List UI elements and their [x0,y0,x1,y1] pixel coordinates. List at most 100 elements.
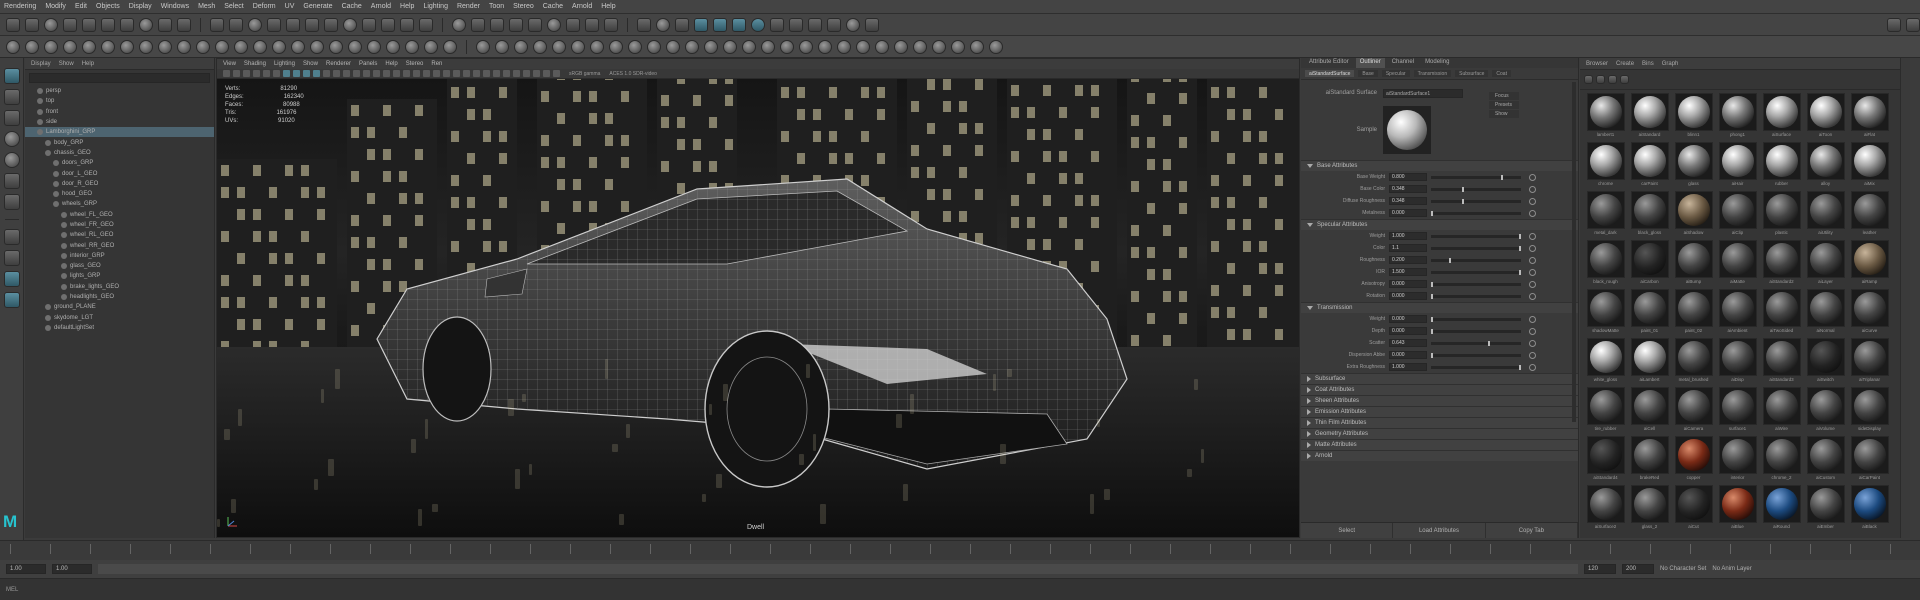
material-swatch[interactable]: aiCut [1673,485,1714,531]
material-swatch[interactable]: aiCustom [1805,436,1846,482]
shelf-button-icon[interactable] [666,39,680,54]
time-slider[interactable] [0,540,1920,560]
status-tool-icon[interactable] [656,17,670,32]
viewport-tool-icon[interactable] [433,70,440,77]
material-swatch[interactable]: lambert1 [1585,93,1626,139]
viewport-tool-icon[interactable] [313,70,320,77]
status-tool-icon[interactable] [158,17,172,32]
attr-slider[interactable] [1431,174,1521,180]
shelf-button-icon[interactable] [253,39,267,54]
outliner-item[interactable]: skydome_LGT [25,313,214,323]
outliner-item[interactable]: lights_GRP [25,271,214,281]
lasso-tool-icon[interactable] [3,89,20,105]
material-swatch[interactable]: glass [1673,142,1714,188]
material-swatch[interactable]: aiBlack [1849,485,1890,531]
attr-slider[interactable] [1431,328,1521,334]
attr-section-header[interactable]: Subsurface [1301,373,1578,384]
material-swatch[interactable]: phong1 [1717,93,1758,139]
status-tool-icon[interactable] [789,17,803,32]
attr-value-field[interactable]: 0.348 [1389,185,1427,193]
outliner-item[interactable]: wheel_RR_GEO [25,240,214,250]
status-tool-icon[interactable] [63,17,77,32]
viewport-scene[interactable]: Verts: 81290 Edges: 162340 Faces: 80988 Tris: 1… [217,79,1299,537]
shelf-button-icon[interactable] [970,39,984,54]
browser-tab[interactable]: Browser [1586,61,1608,67]
shelf-button-icon[interactable] [704,39,718,54]
material-swatch[interactable]: blinn1 [1673,93,1714,139]
attr-footer-button[interactable]: Select [1301,523,1394,538]
shelf-button-icon[interactable] [329,39,343,54]
viewport-menu-item[interactable]: Ren [431,61,442,67]
viewport-tool-icon[interactable] [353,70,360,77]
map-button-icon[interactable] [1529,363,1536,371]
material-swatch[interactable]: surface1 [1717,387,1758,433]
material-swatch[interactable]: rubber [1761,142,1802,188]
outliner-search-input[interactable] [29,73,210,83]
shelf-button-icon[interactable] [272,39,286,54]
material-swatch[interactable]: aiSwitch [1805,338,1846,384]
material-swatch[interactable]: aiRound [1761,485,1802,531]
viewport-tool-icon[interactable] [303,70,310,77]
shelf-button-icon[interactable] [139,39,153,54]
status-tool-icon[interactable] [324,17,338,32]
attr-section-header[interactable]: Matte Attributes [1301,439,1578,450]
status-tool-icon[interactable] [120,17,134,32]
car-wireframe[interactable] [367,169,1147,499]
viewport-tool-icon[interactable] [453,70,460,77]
material-swatch[interactable]: aiShadow [1673,191,1714,237]
shelf-button-icon[interactable] [310,39,324,54]
menu-item[interactable]: Help [400,3,414,10]
material-swatch[interactable]: black_gloss [1629,191,1670,237]
toggle-panel-icon[interactable] [1906,17,1920,32]
shelf-button-icon[interactable] [780,39,794,54]
viewport-tool-icon[interactable] [513,70,520,77]
viewport-menu-item[interactable]: View [223,61,236,67]
browser-sort-icon[interactable] [1596,75,1605,84]
viewport-menu-item[interactable]: Panels [359,61,377,67]
status-tool-icon[interactable] [694,17,708,32]
status-tool-icon[interactable] [528,17,542,32]
shelf-button-icon[interactable] [495,39,509,54]
four-pane-icon[interactable] [3,250,20,266]
menu-item[interactable]: Cache [342,3,362,10]
status-tool-icon[interactable] [25,17,39,32]
material-swatch[interactable]: glass_2 [1629,485,1670,531]
material-swatch[interactable]: paint_02 [1673,289,1714,335]
attr-tab[interactable]: Modeling [1421,58,1453,68]
attr-node-tab[interactable]: Transmission [1413,70,1452,77]
viewport-menu-item[interactable]: Renderer [326,61,351,67]
menu-item[interactable]: Display [129,3,152,10]
material-swatch[interactable]: aiStandard4 [1585,436,1626,482]
attr-slider[interactable] [1431,281,1521,287]
material-swatch[interactable]: chrome [1585,142,1626,188]
status-tool-icon[interactable] [471,17,485,32]
attr-node-tab[interactable]: Specular [1381,70,1410,77]
browser-tab[interactable]: Graph [1662,61,1679,67]
attr-section-header[interactable]: Coat Attributes [1301,384,1578,395]
shelf-button-icon[interactable] [82,39,96,54]
material-swatch[interactable]: brakeRed [1629,436,1670,482]
color-space-label[interactable]: ACES 1.0 SDR-video [609,71,657,77]
outliner-menu-item[interactable]: Display [31,61,51,67]
attr-node-tab[interactable]: Coat [1492,70,1511,77]
material-swatch[interactable]: aiDisp [1717,338,1758,384]
material-swatch[interactable]: aiStandard2 [1761,240,1802,286]
shelf-button-icon[interactable] [6,39,20,54]
shelf-button-icon[interactable] [875,39,889,54]
attr-node-tab[interactable]: aiStandardSurface [1305,70,1355,77]
shelf-button-icon[interactable] [723,39,737,54]
material-swatch[interactable]: aiWire [1761,387,1802,433]
status-tool-icon[interactable] [101,17,115,32]
attr-value-field[interactable]: 0.348 [1389,197,1427,205]
shelf-button-icon[interactable] [25,39,39,54]
outliner-item[interactable]: hood_GEO [25,189,214,199]
map-button-icon[interactable] [1529,256,1536,264]
attr-slider[interactable] [1431,364,1521,370]
viewport-tool-icon[interactable] [423,70,430,77]
shelf-button-icon[interactable] [215,39,229,54]
material-swatch[interactable]: aiCarPaint [1849,436,1890,482]
viewport-tool-icon[interactable] [243,70,250,77]
shelf-button-icon[interactable] [552,39,566,54]
range-bar[interactable] [98,564,1578,574]
shelf-button-icon[interactable] [685,39,699,54]
